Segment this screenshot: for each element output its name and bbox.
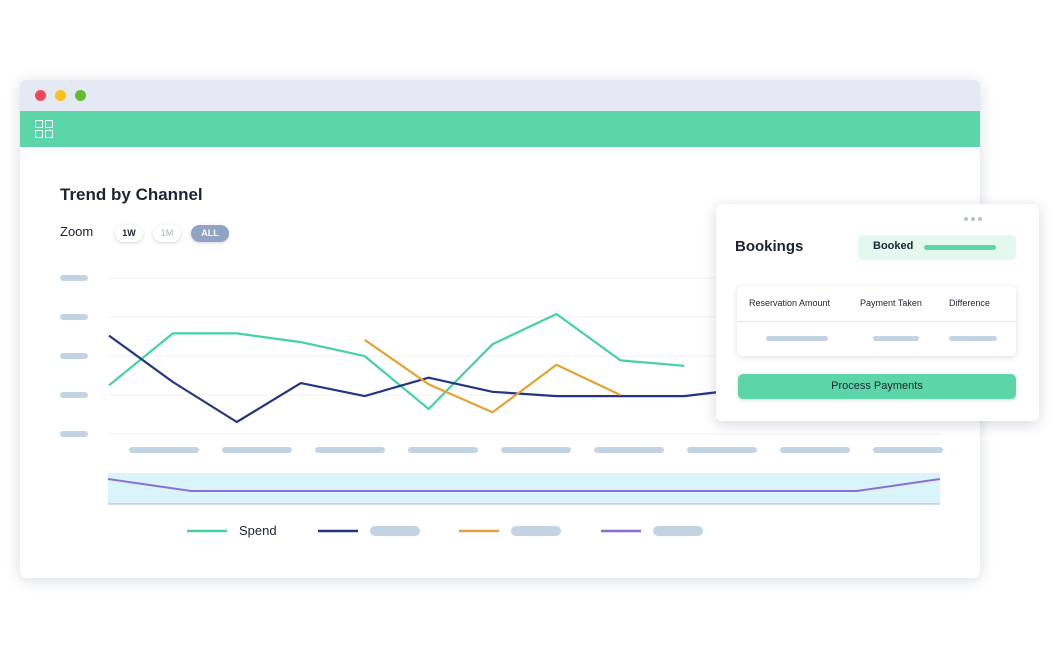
column-header-payment-taken: Payment Taken	[860, 298, 922, 308]
x-tick-label-placeholder	[780, 447, 850, 453]
table-header-divider	[737, 321, 1016, 322]
legend-label: Spend	[239, 523, 277, 538]
y-tick-label-placeholder	[60, 353, 88, 359]
booked-status-label: Booked	[873, 240, 914, 252]
x-tick-label-placeholder	[129, 447, 199, 453]
x-tick-label-placeholder	[501, 447, 571, 453]
column-header-reservation-amount: Reservation Amount	[749, 298, 831, 308]
x-tick-label-placeholder	[873, 447, 943, 453]
x-tick-label-placeholder	[408, 447, 478, 453]
series-line-3	[364, 338, 621, 414]
table-cell-placeholder	[949, 336, 997, 341]
legend-label-placeholder	[653, 526, 703, 536]
y-tick-label-placeholder	[60, 275, 88, 281]
x-tick-label-placeholder	[222, 447, 292, 453]
x-tick-label-placeholder	[594, 447, 664, 453]
table-cell-placeholder	[766, 336, 828, 341]
legend-label-placeholder	[370, 526, 420, 536]
legend-label-placeholder	[511, 526, 561, 536]
y-tick-label-placeholder	[60, 431, 88, 437]
y-tick-label-placeholder	[60, 392, 88, 398]
y-tick-label-placeholder	[60, 314, 88, 320]
bookings-title: Bookings	[735, 238, 804, 255]
column-header-difference: Difference	[949, 298, 990, 308]
more-dots-icon[interactable]	[964, 217, 986, 223]
bookings-panel: Bookings Booked Reservation Amount Payme…	[716, 204, 1039, 421]
x-tick-label-placeholder	[315, 447, 385, 453]
payments-table: Reservation Amount Payment Taken Differe…	[737, 286, 1016, 356]
process-payments-button[interactable]: Process Payments	[738, 374, 1016, 399]
table-cell-placeholder	[873, 336, 919, 341]
navigator-background	[108, 473, 940, 504]
x-tick-label-placeholder	[687, 447, 757, 453]
booked-status-chip: Booked	[858, 235, 1016, 260]
booked-status-bar	[924, 245, 996, 250]
